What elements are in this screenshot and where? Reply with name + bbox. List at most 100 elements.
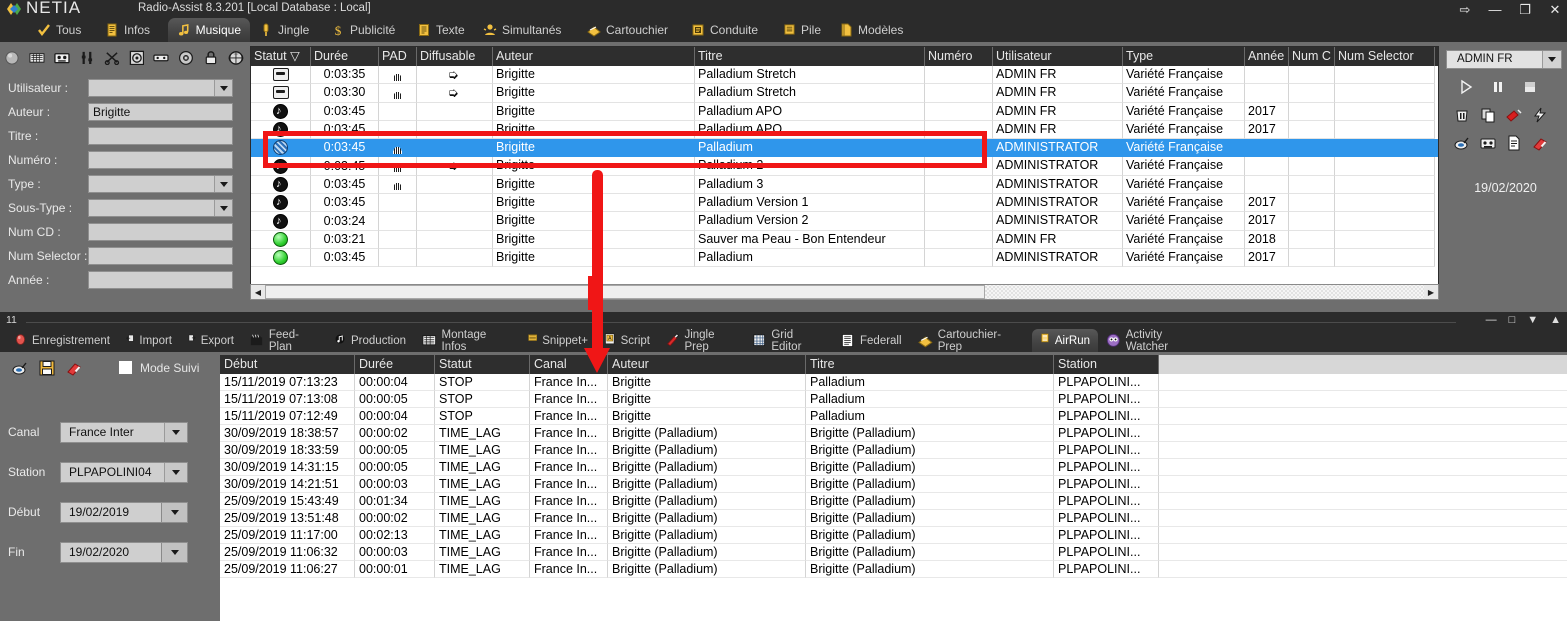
column-header-num-selector[interactable]: Num Selector [1335,47,1435,66]
media-grid-hscrollbar[interactable]: ◀ ▶ [250,284,1439,300]
airrun-log-grid[interactable]: DébutDuréeStatutCanalAuteurTitreStation … [220,355,1567,621]
search-field-num-cd[interactable] [88,223,233,241]
column-header-num-ro[interactable]: Numéro [925,47,993,66]
chevron-down-icon[interactable] [214,80,232,96]
play-icon[interactable] [1458,79,1474,95]
globe-icon[interactable] [228,50,244,67]
main-tab-publicit[interactable]: $Publicité [322,18,408,42]
search-field-num-ro[interactable] [88,151,233,169]
search-field-utilisateur[interactable] [88,79,233,97]
column-header-titre[interactable]: Titre [695,47,925,66]
column-header-type[interactable]: Type [1123,47,1245,66]
log-row[interactable]: 15/11/2019 07:13:0800:00:05STOPFrance In… [220,391,1567,408]
log-column-header-station[interactable]: Station [1054,355,1159,374]
chevron-down-icon[interactable] [214,200,232,216]
scissors-icon[interactable] [104,50,120,67]
module-tab-export[interactable]: Export [180,329,242,352]
stop-icon[interactable] [1522,79,1538,95]
log-row[interactable]: 15/11/2019 07:13:2300:00:04STOPFrance In… [220,374,1567,391]
airrun-grid-body[interactable]: 15/11/2019 07:13:2300:00:04STOPFrance In… [220,374,1567,578]
table-row[interactable]: 0:03:24BrigittePalladium Version 2ADMINI… [251,212,1438,230]
log-column-header-canal[interactable]: Canal [530,355,608,374]
airrun-filter-station[interactable]: PLPAPOLINI04 [60,462,188,483]
paint-icon[interactable] [1506,107,1522,123]
palette-icon[interactable] [1454,135,1470,151]
hscroll-track[interactable] [985,285,1424,299]
eraser-icon[interactable] [1532,135,1548,151]
module-tab-enregistrement[interactable]: Enregistrement [6,329,118,352]
search-field-titre[interactable] [88,127,233,145]
log-column-header-titre[interactable]: Titre [806,355,1054,374]
panel-collapse-down-icon[interactable]: ▼ [1527,315,1538,326]
module-tab-snippet[interactable]: Snippet+ [520,329,596,352]
log-row[interactable]: 30/09/2019 14:21:5100:00:03TIME_LAGFranc… [220,476,1567,493]
restore-window-icon[interactable]: ⇨ [1457,2,1473,16]
module-tab-production[interactable]: Production [326,329,414,352]
log-column-header-dur-e[interactable]: Durée [355,355,435,374]
table-row[interactable]: 0:03:21BrigitteSauver ma Peau - Bon Ente… [251,231,1438,249]
module-tab-import[interactable]: Import [118,329,180,352]
main-tab-tous[interactable]: Tous [28,18,96,42]
trash-icon[interactable] [1454,107,1470,123]
table-row[interactable]: 0:03:45BrigittePalladium APOADMIN FRVari… [251,121,1438,139]
cassette-icon[interactable] [54,50,70,67]
cd-icon[interactable] [178,50,194,67]
log-row[interactable]: 30/09/2019 14:31:1500:00:05TIME_LAGFranc… [220,459,1567,476]
main-tab-pile[interactable]: Pile [774,18,830,42]
search-field-auteur[interactable]: Brigitte [88,103,233,121]
scroll-right-icon[interactable]: ▶ [1424,285,1438,299]
column-header-utilisateur[interactable]: Utilisateur [993,47,1123,66]
search-field-ann-e[interactable] [88,271,233,289]
lightning-icon[interactable] [1532,107,1548,123]
close-window-icon[interactable]: ✕ [1547,2,1563,16]
column-header-dur-e[interactable]: Durée [311,47,379,66]
table-row[interactable]: 0:03:45BrigittePalladiumADMINISTRATORVar… [251,139,1438,157]
mode-suivi-checkbox[interactable] [118,360,133,375]
media-results-grid[interactable]: Statut ▽DuréePADDiffusableAuteurTitreNum… [250,46,1439,298]
pause-icon[interactable] [1490,79,1506,95]
mixer-icon[interactable] [79,50,95,67]
main-tab-infos[interactable]: Infos [96,18,168,42]
main-tab-cartouchier[interactable]: Cartouchier [578,18,682,42]
record-icon[interactable] [4,50,20,67]
media-grid-body[interactable]: 0:03:35➭BrigittePalladium StretchADMIN F… [251,66,1438,267]
column-header-auteur[interactable]: Auteur [493,47,695,66]
table-row[interactable]: 0:03:45BrigittePalladium Version 1ADMINI… [251,194,1438,212]
module-tab-cartouchier-prep[interactable]: Cartouchier-Prep [910,329,1032,352]
airrun-filter-fin[interactable]: 19/02/2020 [60,542,188,563]
hscroll-thumb[interactable] [265,285,985,299]
column-header-statut[interactable]: Statut ▽ [251,47,311,66]
column-header-pad[interactable]: PAD [379,47,417,66]
mode-suivi-control[interactable]: Mode Suivi [118,360,199,375]
module-tab-feed-plan[interactable]: Feed-Plan [242,329,326,352]
search-field-type[interactable] [88,175,233,193]
chevron-down-icon[interactable] [164,423,187,442]
main-tab-texte[interactable]: Texte [408,18,474,42]
table-row[interactable]: 0:03:45BrigittePalladiumADMINISTRATORVar… [251,249,1438,267]
column-header-diffusable[interactable]: Diffusable [417,47,493,66]
main-tab-mod-les[interactable]: Modèles [830,18,914,42]
palette-icon[interactable] [12,360,28,376]
chevron-down-icon[interactable] [161,543,187,562]
table-row[interactable]: 0:03:45➭BrigittePalladium 2ADMINISTRATOR… [251,157,1438,175]
chevron-down-icon[interactable] [164,463,187,482]
module-tab-activity-watcher[interactable]: Activity Watcher [1098,329,1214,352]
main-tab-simultan-s[interactable]: Simultanés [474,18,578,42]
copy-icon[interactable] [1480,107,1496,123]
module-tab-montage-infos[interactable]: Montage Infos [414,329,520,352]
module-tab-federall[interactable]: Federall [832,329,910,352]
log-row[interactable]: 25/09/2019 13:51:4800:00:02TIME_LAGFranc… [220,510,1567,527]
log-row[interactable]: 15/11/2019 07:12:4900:00:04STOPFrance In… [220,408,1567,425]
table-row[interactable]: 0:03:45BrigittePalladium APOADMIN FRVari… [251,103,1438,121]
table-row[interactable]: 0:03:45BrigittePalladium 3ADMINISTRATORV… [251,176,1438,194]
table-row[interactable]: 0:03:30➭BrigittePalladium StretchADMIN F… [251,84,1438,102]
main-tab-conduite[interactable]: Conduite [682,18,774,42]
log-row[interactable]: 25/09/2019 11:06:2700:00:01TIME_LAGFranc… [220,561,1567,578]
main-tab-musique[interactable]: Musique [168,18,250,42]
tape-icon[interactable] [153,50,169,67]
log-row[interactable]: 30/09/2019 18:33:5900:00:05TIME_LAGFranc… [220,442,1567,459]
module-tab-jingle-prep[interactable]: Jingle Prep [658,329,744,352]
eraser-icon[interactable] [66,360,82,376]
column-header-num-c[interactable]: Num C [1289,47,1335,66]
chevron-down-icon[interactable] [161,503,187,522]
